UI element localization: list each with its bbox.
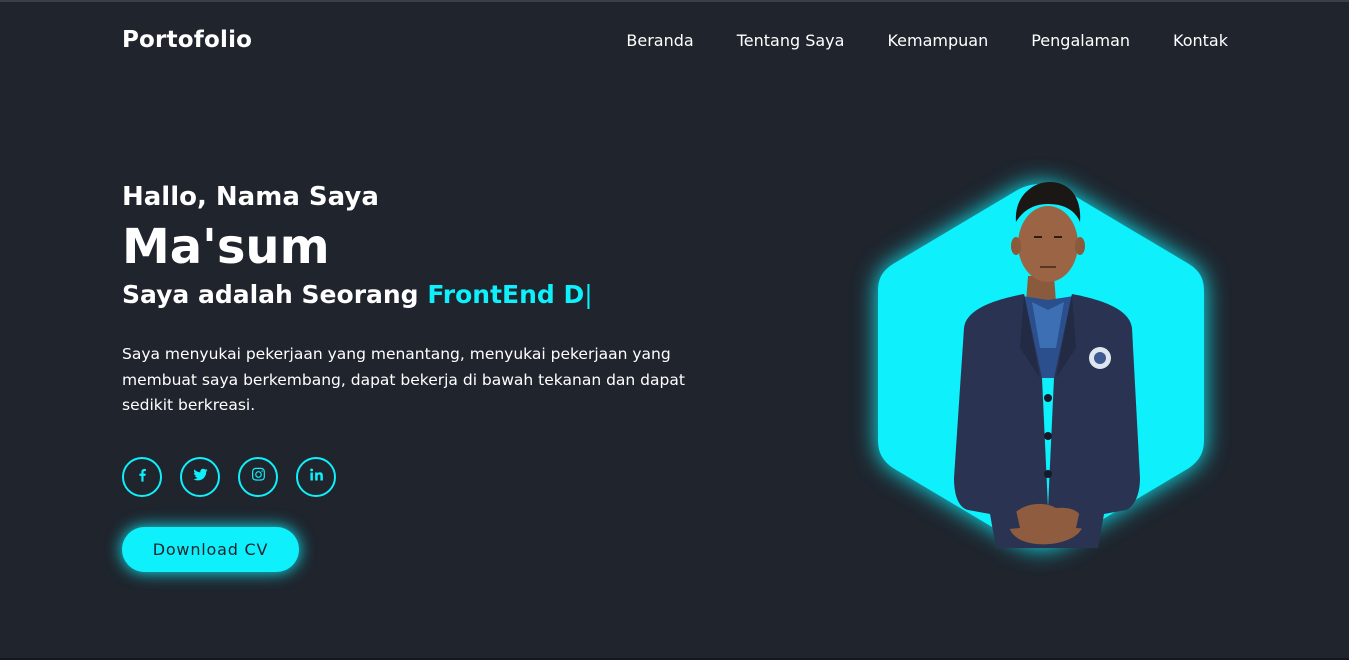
hero-description: Saya menyukai pekerjaan yang menantang, …: [122, 345, 685, 414]
nav-kontak[interactable]: Kontak: [1173, 31, 1228, 50]
social-links: [122, 456, 742, 497]
twitter-icon: [192, 466, 209, 487]
person-portrait: [954, 182, 1140, 548]
hero-content: Hallo, Nama Saya Ma'sum Saya adalah Seor…: [122, 180, 742, 572]
nav-beranda[interactable]: Beranda: [626, 31, 693, 50]
download-cv-button[interactable]: Download CV: [122, 526, 299, 572]
logo[interactable]: Portofolio: [122, 27, 252, 53]
main-nav: Beranda Tentang Saya Kemampuan Pengalama…: [626, 31, 1228, 50]
greeting: Hallo, Nama Saya: [122, 182, 379, 212]
twitter-link[interactable]: [180, 456, 220, 497]
role-prefix: Saya adalah Seorang: [122, 280, 419, 309]
top-border: [0, 0, 1349, 2]
nav-kemampuan[interactable]: Kemampuan: [887, 31, 988, 50]
role-line: Saya adalah Seorang FrontEnd D|: [122, 278, 742, 312]
role-typed: FrontEnd D: [427, 280, 585, 309]
typing-cursor: |: [584, 280, 593, 309]
hero-name: Ma'sum: [122, 219, 330, 275]
nav-tentang-saya[interactable]: Tentang Saya: [737, 31, 845, 50]
linkedin-link[interactable]: [296, 456, 336, 497]
facebook-icon: [134, 466, 151, 487]
instagram-link[interactable]: [238, 456, 278, 497]
nav-pengalaman[interactable]: Pengalaman: [1031, 31, 1130, 50]
profile-photo: [866, 178, 1216, 578]
linkedin-icon: [308, 466, 325, 487]
site-header: Portofolio Beranda Tentang Saya Kemampua…: [122, 24, 1228, 56]
instagram-icon: [250, 466, 267, 487]
facebook-link[interactable]: [122, 456, 162, 497]
